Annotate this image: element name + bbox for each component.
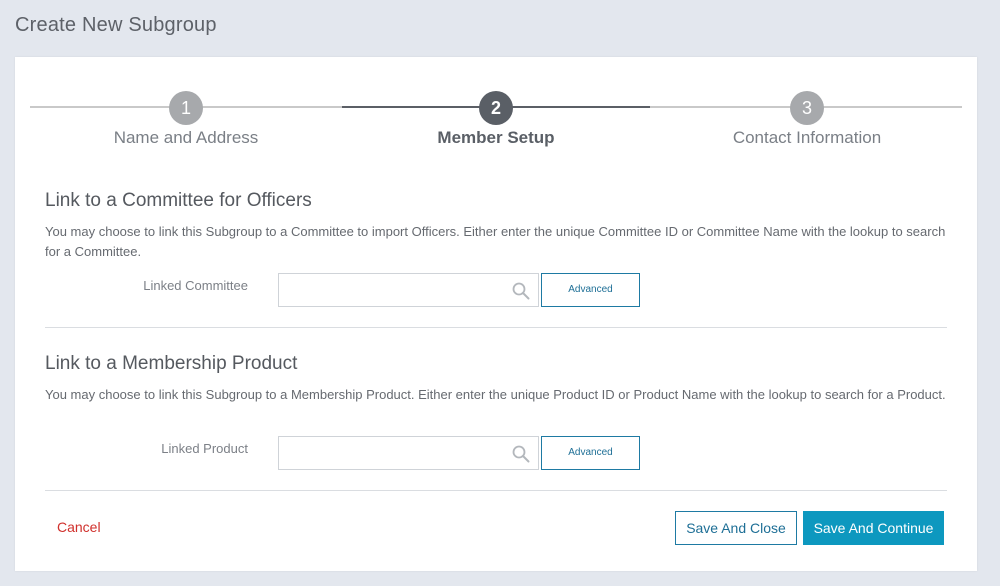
- product-section-description: You may choose to link this Subgroup to …: [45, 387, 946, 402]
- committee-section-title: Link to a Committee for Officers: [45, 190, 312, 211]
- step-label: Name and Address: [113, 128, 259, 147]
- step-label: Member Setup: [437, 128, 555, 147]
- step-label: Contact Information: [732, 128, 882, 147]
- linked-committee-label: Linked Committee: [143, 278, 248, 293]
- form-card: 1 Name and Address 2 Member Setup 3 Cont…: [15, 57, 977, 571]
- save-and-close-button[interactable]: Save And Close: [675, 511, 797, 545]
- search-icon[interactable]: [512, 282, 530, 300]
- step-number: 2: [479, 91, 513, 125]
- wizard-stepper: 1 Name and Address 2 Member Setup 3 Cont…: [15, 57, 977, 167]
- step-number: 1: [169, 91, 203, 125]
- linked-product-label: Linked Product: [161, 441, 248, 456]
- linked-committee-input[interactable]: [278, 273, 539, 307]
- linked-product-input[interactable]: [278, 436, 539, 470]
- product-advanced-button[interactable]: Advanced: [541, 436, 640, 470]
- committee-advanced-button[interactable]: Advanced: [541, 273, 640, 307]
- step-number: 3: [790, 91, 824, 125]
- search-icon[interactable]: [512, 445, 530, 463]
- section-divider: [45, 327, 947, 328]
- section-divider: [45, 490, 947, 491]
- step-name-and-address[interactable]: 1 Name and Address: [30, 91, 342, 148]
- cancel-link[interactable]: Cancel: [57, 519, 101, 535]
- save-and-continue-button[interactable]: Save And Continue: [803, 511, 944, 545]
- step-member-setup[interactable]: 2 Member Setup: [340, 91, 652, 148]
- page-title: Create New Subgroup: [15, 14, 217, 36]
- step-contact-information[interactable]: 3 Contact Information: [651, 91, 963, 148]
- committee-section-description: You may choose to link this Subgroup to …: [45, 224, 946, 259]
- product-section-title: Link to a Membership Product: [45, 353, 298, 374]
